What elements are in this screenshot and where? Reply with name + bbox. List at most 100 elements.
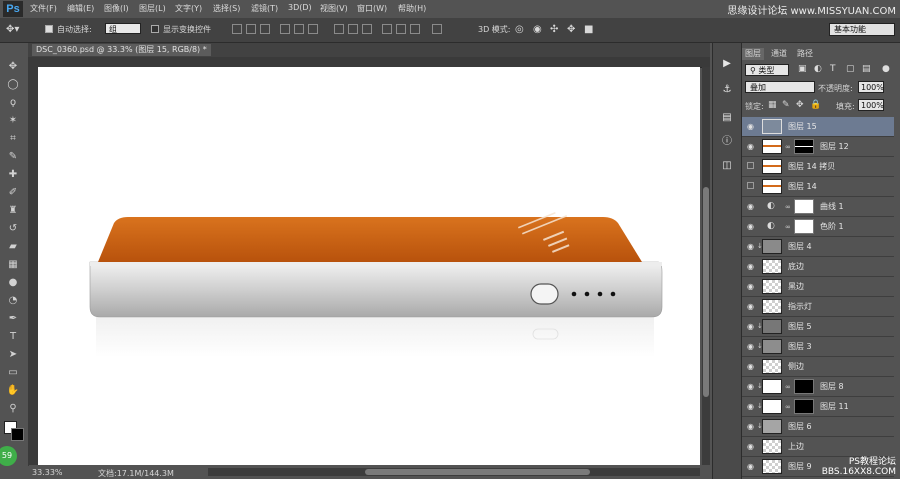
crop-tool-icon[interactable]: ⌗ [5, 132, 21, 146]
distribute-right-icon[interactable] [410, 24, 420, 34]
filter-pixel-icon[interactable]: ▣ [798, 64, 807, 74]
history-icon[interactable]: ⚓ [720, 83, 734, 97]
eye-icon[interactable]: ◉ [746, 122, 755, 131]
layer-row[interactable]: ◉ ↓ 图层 6 [742, 417, 894, 437]
brush-tool-icon[interactable]: ✐ [5, 186, 21, 200]
filter-toggle-icon[interactable]: ● [882, 64, 890, 74]
3d-slide-icon[interactable]: ✥ [567, 24, 575, 35]
layer-row[interactable]: ◉ ◐ ∞ 色阶 1 [742, 217, 894, 237]
layer-row[interactable]: ◉ ↓ 图层 5 [742, 317, 894, 337]
auto-select-checkbox[interactable] [45, 25, 53, 33]
eye-icon[interactable]: ◉ [746, 262, 755, 271]
eye-icon[interactable]: ◉ [746, 442, 755, 451]
type-tool-icon[interactable]: T [5, 330, 21, 344]
eye-icon[interactable]: ◉ [746, 302, 755, 311]
marquee-tool-icon[interactable]: ◯ [5, 78, 21, 92]
layer-mask-thumbnail[interactable] [794, 199, 814, 214]
eye-icon[interactable]: ◉ [746, 382, 755, 391]
vertical-scrollbar[interactable] [702, 67, 710, 465]
layer-row[interactable]: ◉ 图层 15 [742, 117, 894, 137]
auto-align-icon[interactable] [432, 24, 442, 34]
eye-icon[interactable]: ◉ [746, 462, 755, 471]
hand-tool-icon[interactable]: ✋ [5, 384, 21, 398]
eye-icon[interactable]: ◉ [746, 202, 755, 211]
3d-rotate-icon[interactable]: ◎ [515, 24, 524, 35]
lasso-tool-icon[interactable]: ϙ [5, 96, 21, 110]
zoom-level[interactable]: 33.33% [32, 468, 63, 477]
layer-row[interactable]: ◉ ◐ ∞ 曲线 1 [742, 197, 894, 217]
layer-row[interactable]: ◉ 侧边 [742, 357, 894, 377]
eyedropper-tool-icon[interactable]: ✎ [5, 150, 21, 164]
menu-window[interactable]: 窗口(W) [357, 3, 387, 14]
layer-row[interactable]: ◉ ↓ ∞ 图层 8 [742, 377, 894, 397]
move-tool-icon[interactable]: ✥ [5, 60, 21, 74]
eye-icon[interactable]: ◉ [746, 222, 755, 231]
menu-image[interactable]: 图像(I) [104, 3, 129, 14]
filter-type-icon[interactable]: T [830, 64, 836, 74]
filter-shape-icon[interactable]: ▢ [846, 64, 855, 74]
clone-stamp-tool-icon[interactable]: ♜ [5, 204, 21, 218]
magic-wand-tool-icon[interactable]: ✶ [5, 114, 21, 128]
distribute-left-icon[interactable] [382, 24, 392, 34]
layer-row[interactable]: ◉ ↓ 图层 3 [742, 337, 894, 357]
eye-icon[interactable]: ◉ [746, 282, 755, 291]
layer-row[interactable]: 图层 14 [742, 177, 894, 197]
path-selection-tool-icon[interactable]: ➤ [5, 348, 21, 362]
horizontal-scroll-thumb[interactable] [365, 469, 590, 475]
tab-channels[interactable]: 通道 [768, 48, 790, 60]
tab-layers[interactable]: 图层 [742, 48, 764, 60]
menu-select[interactable]: 选择(S) [213, 3, 240, 14]
menu-type[interactable]: 文字(Y) [175, 3, 202, 14]
layer-row[interactable]: ◉ 上边 [742, 437, 894, 457]
menu-file[interactable]: 文件(F) [30, 3, 57, 14]
menu-help[interactable]: 帮助(H) [398, 3, 426, 14]
adjustments-icon[interactable]: ◫ [720, 159, 734, 173]
3d-roll-icon[interactable]: ◉ [533, 24, 542, 35]
move-tool-icon[interactable]: ✥▾ [6, 24, 19, 35]
layer-row[interactable]: 图层 14 拷贝 [742, 157, 894, 177]
layer-row[interactable]: ◉ ↓ ∞ 图层 11 [742, 397, 894, 417]
align-hcenter-icon[interactable] [294, 24, 304, 34]
eraser-tool-icon[interactable]: ▰ [5, 240, 21, 254]
eye-icon[interactable]: ◉ [746, 142, 755, 151]
dodge-tool-icon[interactable]: ◔ [5, 294, 21, 308]
gradient-tool-icon[interactable]: ▦ [5, 258, 21, 272]
history-brush-tool-icon[interactable]: ↺ [5, 222, 21, 236]
opacity-input[interactable]: 100% [858, 81, 884, 93]
filter-smart-object-icon[interactable]: ▤ [862, 64, 871, 74]
lock-transparent-icon[interactable]: ▦ [768, 100, 777, 110]
filter-adjustment-icon[interactable]: ◐ [814, 64, 822, 74]
eye-icon[interactable]: ◉ [746, 362, 755, 371]
align-bottom-icon[interactable] [260, 24, 270, 34]
fill-input[interactable]: 100% [858, 99, 884, 111]
menu-view[interactable]: 视图(V) [320, 3, 348, 14]
blend-mode-dropdown[interactable]: 叠加 [745, 81, 815, 93]
align-vcenter-icon[interactable] [246, 24, 256, 34]
show-transform-checkbox[interactable] [151, 25, 159, 33]
3d-scale-icon[interactable]: ■ [584, 24, 593, 35]
layer-row[interactable]: ◉ 底边 [742, 257, 894, 277]
layer-mask-thumbnail[interactable] [794, 379, 814, 394]
layer-row[interactable]: ◉ 指示灯 [742, 297, 894, 317]
healing-brush-tool-icon[interactable]: ✚ [5, 168, 21, 182]
tab-paths[interactable]: 路径 [794, 48, 816, 60]
eye-icon[interactable]: ◉ [746, 242, 755, 251]
document-canvas[interactable] [38, 67, 700, 465]
align-top-icon[interactable] [232, 24, 242, 34]
eye-icon[interactable]: ◉ [746, 322, 755, 331]
layer-row[interactable]: ◉ 黑边 [742, 277, 894, 297]
vertical-scroll-thumb[interactable] [703, 187, 709, 397]
visibility-toggle[interactable] [747, 162, 754, 169]
layer-mask-thumbnail[interactable] [794, 219, 814, 234]
blur-tool-icon[interactable]: ● [5, 276, 21, 290]
workspace-dropdown[interactable]: 基本功能 [829, 23, 895, 36]
pen-tool-icon[interactable]: ✒ [5, 312, 21, 326]
auto-select-dropdown[interactable]: 组 [105, 23, 141, 34]
horizontal-scrollbar[interactable] [200, 468, 700, 476]
menu-layer[interactable]: 图层(L) [139, 3, 166, 14]
lock-all-icon[interactable]: 🔒 [810, 100, 821, 110]
properties-icon[interactable]: ▤ [720, 111, 734, 125]
background-color-swatch[interactable] [11, 428, 24, 441]
menu-filter[interactable]: 滤镜(T) [251, 3, 278, 14]
menu-edit[interactable]: 编辑(E) [67, 3, 94, 14]
